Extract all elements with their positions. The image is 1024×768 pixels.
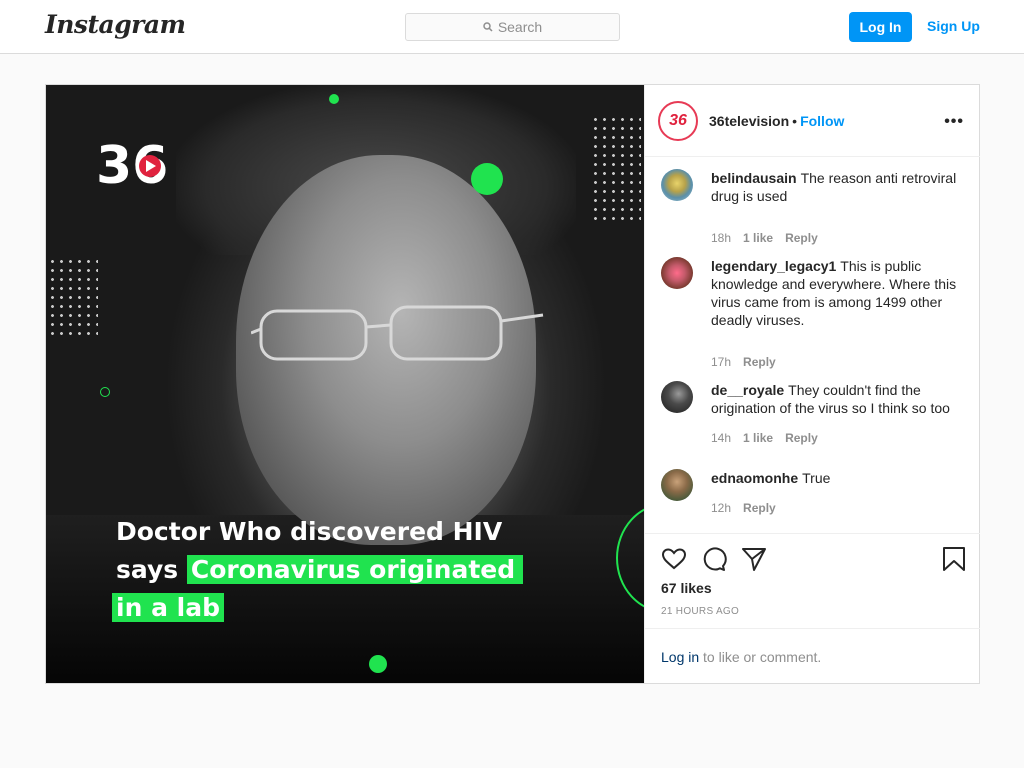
login-link[interactable]: Log in (661, 649, 699, 665)
comments-list: belindausain The reason anti retroviral d… (645, 157, 980, 532)
comment-time[interactable]: 12h (711, 501, 731, 515)
login-prompt: Log in to like or comment. (645, 628, 980, 684)
post-actions: 67 likes 21 HOURS AGO Log in to like or … (645, 533, 980, 683)
green-dot (369, 655, 387, 673)
account-header-text: 36television • Follow (709, 113, 844, 129)
post-header: 36 36television • Follow ••• (645, 85, 980, 157)
dot-pattern (48, 257, 98, 335)
dot-pattern (591, 115, 641, 223)
comment-likes[interactable]: 1 like (743, 431, 773, 445)
green-dot (329, 94, 339, 104)
share-icon[interactable] (741, 546, 767, 572)
headline-line-1: Doctor Who discovered HIV (116, 517, 503, 546)
comment-username[interactable]: legendary_legacy1 (711, 258, 836, 274)
instagram-logo[interactable]: Instagram (45, 10, 186, 39)
commenter-avatar[interactable] (661, 469, 693, 501)
comment-text: de__royale They couldn't find the origina… (711, 382, 950, 416)
search-icon (483, 22, 493, 32)
reply-button[interactable]: Reply (743, 501, 776, 515)
save-bookmark-icon[interactable] (941, 546, 967, 572)
headline-line-3-highlight: in a lab (112, 593, 224, 622)
post-timestamp[interactable]: 21 HOURS AGO (661, 606, 739, 617)
header-separator: • (792, 113, 798, 129)
comment-text: belindausain The reason anti retroviral d… (711, 170, 957, 204)
headline-line-2-plain: says (116, 555, 187, 584)
green-dot (471, 163, 503, 195)
comment-text: ednaomonhe True (711, 470, 831, 486)
comment-time[interactable]: 18h (711, 231, 731, 245)
commenter-avatar[interactable] (661, 381, 693, 413)
search-placeholder: Search (497, 19, 543, 35)
comment-meta: 17h Reply (711, 355, 788, 369)
headline-line-2-highlight: Coronavirus originated (186, 555, 524, 584)
reply-button[interactable]: Reply (785, 231, 818, 245)
comment-meta: 12h Reply (711, 501, 788, 515)
follow-button[interactable]: Follow (800, 113, 844, 129)
reply-button[interactable]: Reply (743, 355, 776, 369)
account-username[interactable]: 36television (709, 113, 789, 129)
signup-link[interactable]: Sign Up (927, 18, 980, 34)
brand-36-logo: 36 (96, 136, 168, 189)
heart-icon[interactable] (661, 546, 687, 572)
login-prompt-text: to like or comment. (699, 649, 822, 665)
search-input[interactable]: Search (405, 13, 620, 41)
comment-meta: 14h 1 like Reply (711, 431, 830, 445)
more-options-icon[interactable]: ••• (944, 113, 964, 131)
comment-icon[interactable] (701, 546, 727, 572)
post-card: 36 Doctor Who discovered HIV says Corona… (45, 84, 980, 684)
post-side-panel: 36 36television • Follow ••• belindausain T… (644, 85, 980, 683)
image-glasses (251, 305, 544, 361)
comment-username[interactable]: de__royale (711, 382, 784, 398)
green-ring (100, 387, 110, 397)
top-nav: Instagram Search Log In Sign Up (0, 0, 1024, 54)
image-headline: Doctor Who discovered HIV says Coronavir… (112, 513, 524, 627)
comment-username[interactable]: belindausain (711, 170, 797, 186)
comment-likes[interactable]: 1 like (743, 231, 773, 245)
account-avatar[interactable]: 36 (658, 101, 698, 141)
comment-text: legendary_legacy1 This is public knowledg… (711, 258, 957, 328)
likes-count[interactable]: 67 likes (661, 580, 712, 596)
post-image[interactable]: 36 Doctor Who discovered HIV says Corona… (46, 85, 644, 683)
commenter-avatar[interactable] (661, 169, 693, 201)
commenter-avatar[interactable] (661, 257, 693, 289)
comment-username[interactable]: ednaomonhe (711, 470, 798, 486)
login-button[interactable]: Log In (849, 12, 912, 42)
comment-time[interactable]: 17h (711, 355, 731, 369)
comment-meta: 18h 1 like Reply (711, 231, 830, 245)
comment-time[interactable]: 14h (711, 431, 731, 445)
reply-button[interactable]: Reply (785, 431, 818, 445)
